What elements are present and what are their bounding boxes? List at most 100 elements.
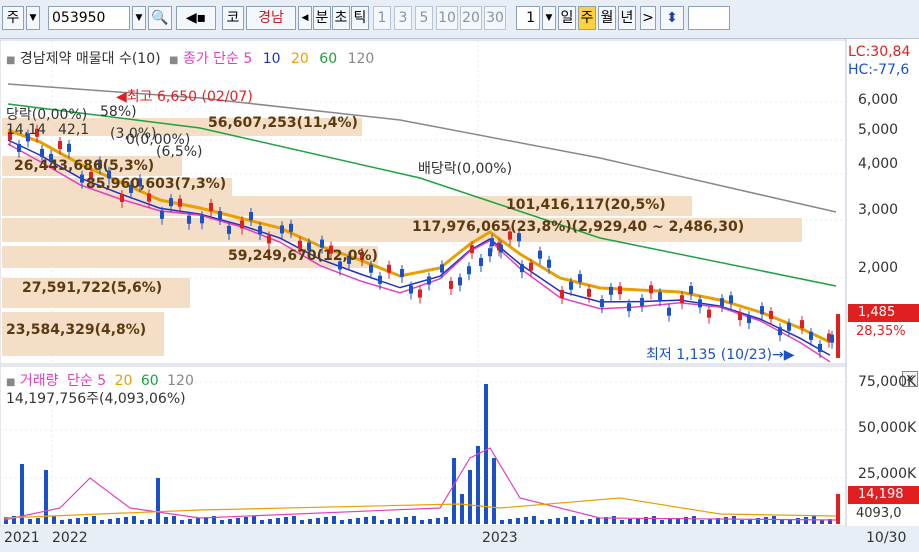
candle-body xyxy=(569,281,573,290)
volume-bar xyxy=(668,519,672,524)
current-pct-label: 28,35% xyxy=(856,324,906,339)
kosdaq-button[interactable]: 코 xyxy=(222,6,244,30)
interval-5-button[interactable]: 5 xyxy=(415,6,433,30)
volume-bar xyxy=(428,519,432,524)
candle-body xyxy=(499,244,503,253)
candle-body xyxy=(720,298,724,307)
tick-button[interactable]: 틱 xyxy=(351,6,369,30)
candle-body xyxy=(427,276,431,285)
volume-bar xyxy=(660,520,664,524)
interval-10-button[interactable]: 10 xyxy=(436,6,458,30)
interval-30-button[interactable]: 30 xyxy=(484,6,506,30)
volume-bar xyxy=(796,518,800,524)
x-axis-label: 10/30 xyxy=(866,530,907,546)
stock-name-display: 경남 xyxy=(246,6,296,30)
volume-bar xyxy=(516,518,520,524)
candle-body xyxy=(490,238,494,247)
interval-20-label: 20 xyxy=(462,10,480,26)
kosdaq-label: 코 xyxy=(226,10,240,26)
volume-bar xyxy=(148,519,152,524)
interval-20-button[interactable]: 20 xyxy=(460,6,482,30)
volume-profile-label: 27,591,722(5,6%) xyxy=(22,280,163,296)
volume-bar xyxy=(804,517,808,524)
extra-input[interactable] xyxy=(688,6,730,30)
candle-body xyxy=(147,193,151,202)
interval-3-label: 3 xyxy=(398,10,408,26)
volume-profile-label: 85,960,603(7,3%) xyxy=(86,176,227,192)
volume-bar xyxy=(556,518,560,524)
candle-body xyxy=(609,286,613,295)
volume-bar xyxy=(596,518,600,524)
volume-profile-label: 101,416,117(20,5%) xyxy=(506,197,666,213)
volume-bar xyxy=(340,520,344,524)
candle-body xyxy=(160,210,164,219)
volume-bar xyxy=(380,520,384,524)
volume-bar xyxy=(692,516,696,524)
prev-button[interactable]: ◀ xyxy=(298,6,312,30)
candle-body xyxy=(818,343,822,352)
code-dropdown-icon[interactable]: ▼ xyxy=(132,6,146,30)
candle-body xyxy=(809,331,813,340)
candle-body xyxy=(80,174,84,183)
volume-bar xyxy=(532,516,536,524)
candle-body xyxy=(529,262,533,271)
next-button[interactable]: > xyxy=(640,6,656,30)
volume-bar xyxy=(60,520,64,524)
volume-pct-label: 4093,0 xyxy=(856,506,902,521)
market-select[interactable]: 주 xyxy=(2,6,24,30)
candle-body xyxy=(627,303,631,312)
candle-body xyxy=(760,306,764,315)
candle-body xyxy=(267,235,271,244)
market-dropdown-icon[interactable]: ▼ xyxy=(26,6,40,30)
volume-bar xyxy=(300,520,304,524)
high-price-label: ◀최고 6,650 (02/07) xyxy=(116,86,253,106)
year-button[interactable]: 년 xyxy=(618,6,636,30)
period-dropdown-icon[interactable]: ▼ xyxy=(542,6,556,30)
tick-label: 틱 xyxy=(353,10,367,26)
month-button[interactable]: 월 xyxy=(598,6,616,30)
stock-code-input[interactable]: 053950 xyxy=(48,6,130,30)
volume-bar xyxy=(388,519,392,524)
volume-tick: 75,000K xyxy=(858,374,917,390)
volume-bar xyxy=(356,518,360,524)
speaker-icon: ◀▪ xyxy=(185,10,207,26)
volume-bar xyxy=(460,494,464,524)
candle-body xyxy=(369,264,373,273)
day-button[interactable]: 일 xyxy=(558,6,576,30)
candle-body xyxy=(218,211,222,220)
period-input[interactable]: 1 xyxy=(516,6,540,30)
minute-button[interactable]: 분 xyxy=(313,6,331,30)
volume-bar xyxy=(164,517,168,524)
candle-body xyxy=(769,310,773,319)
low-price-label: 최저 1,135 (10/23)→▶ xyxy=(646,344,795,364)
candle-body xyxy=(600,299,604,308)
volume-bar xyxy=(420,520,424,524)
volume-bar xyxy=(492,458,496,524)
volume-profile-label: 23,584,329(4,8%) xyxy=(6,322,147,338)
interval-1-button[interactable]: 1 xyxy=(373,6,391,30)
search-button[interactable]: 🔍 xyxy=(148,6,172,30)
overlap-text: 58%) xyxy=(100,104,137,120)
candle-body xyxy=(800,320,804,329)
candle-body xyxy=(747,315,751,324)
volume-bar xyxy=(524,517,528,524)
candle-body xyxy=(738,312,742,321)
volume-bar xyxy=(468,470,472,524)
scroll-toggle-button[interactable]: ⬍ xyxy=(660,6,684,30)
x-axis-label: 2021 xyxy=(4,530,40,546)
volume-bar xyxy=(292,516,296,524)
second-button[interactable]: 초 xyxy=(332,6,350,30)
volume-bar xyxy=(548,519,552,524)
volume-bar xyxy=(180,520,184,524)
volume-bar xyxy=(628,519,632,524)
interval-5-label: 5 xyxy=(419,10,429,26)
volume-bar xyxy=(484,384,488,524)
interval-3-button[interactable]: 3 xyxy=(394,6,412,30)
legend-ma60: 60 xyxy=(319,51,338,67)
volume-bar xyxy=(284,517,288,524)
volume-bar xyxy=(396,518,400,524)
speaker-button[interactable]: ◀▪ xyxy=(176,6,216,30)
price-tick: 6,000 xyxy=(858,92,899,108)
week-button[interactable]: 주 xyxy=(578,6,596,30)
candle-body xyxy=(707,309,711,318)
